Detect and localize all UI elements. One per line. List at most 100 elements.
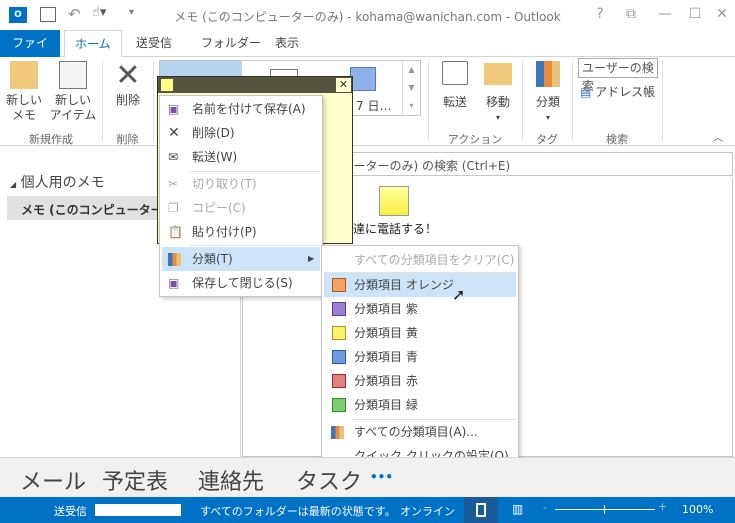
note-label[interactable]: 友達に電話する！: [341, 220, 437, 237]
note-close-icon[interactable]: ✕: [336, 78, 351, 92]
menu-item-category-blue[interactable]: 分類項目 青: [324, 345, 516, 369]
status-bar: 送受信 すべてのフォルダーは最新の状態です。 オンライン ▥ - + 100%: [0, 497, 735, 523]
help-button[interactable]: ?: [590, 6, 610, 22]
tab-view[interactable]: 表示: [265, 30, 309, 57]
menu-item-category-yellow[interactable]: 分類項目 黄: [324, 321, 516, 345]
cut-icon: ✂: [168, 177, 179, 191]
forward-icon: [442, 61, 468, 85]
address-book-icon: ▤: [580, 85, 592, 99]
copy-icon: ❐: [168, 201, 179, 215]
menu-item-category-purple[interactable]: 分類項目 紫: [324, 297, 516, 321]
forward-icon: ✉: [168, 150, 179, 164]
group-divider: [522, 61, 523, 141]
zoom-slider[interactable]: [555, 505, 655, 514]
new-item-icon: [59, 61, 87, 89]
menu-separator: [190, 245, 320, 246]
new-memo-button[interactable]: 新しい メモ: [4, 61, 44, 123]
reading-view-icon[interactable]: ▥: [512, 502, 523, 516]
nav-contacts[interactable]: 連絡先: [198, 464, 264, 496]
delete-button[interactable]: ✕ 削除: [108, 59, 148, 108]
categorize-icon: [168, 253, 181, 266]
collapse-ribbon-icon[interactable]: ︿: [713, 129, 723, 144]
zoom-out-button[interactable]: -: [543, 501, 547, 514]
note-menu-icon[interactable]: [160, 78, 174, 92]
forward-button[interactable]: 転送: [436, 61, 474, 110]
minimize-button[interactable]: —: [655, 6, 675, 22]
save-as-icon: ▣: [168, 102, 180, 116]
color-swatch-icon: [332, 278, 346, 292]
folder-group-header[interactable]: ◢ 個人用のメモ: [10, 172, 105, 192]
category-submenu: すべての分類項目をクリア(C) 分類項目 オレンジ 分類項目 紫 分類項目 黄 …: [321, 245, 520, 468]
gallery-item-label: 7 日…: [356, 99, 392, 113]
send-receive-status: 送受信: [54, 505, 87, 518]
categorize-icon: [331, 426, 344, 439]
normal-view-button[interactable]: [464, 497, 498, 523]
close-button[interactable]: ✕: [712, 6, 732, 22]
group-divider: [153, 61, 154, 141]
gallery-scroll[interactable]: ▲ ▼ ▾: [402, 61, 420, 115]
memo-icon: [10, 61, 38, 89]
color-swatch-icon: [332, 398, 346, 412]
group-divider: [102, 61, 103, 141]
delete-icon: ✕: [115, 58, 141, 93]
menu-item-category-green[interactable]: 分類項目 緑: [324, 393, 516, 417]
ribbon: 新しい メモ 新しい アイテム 新規作成 ✕ 削除 削除 7 日… ▲ ▼ ▾ 転送…: [0, 57, 735, 146]
menu-item-copy[interactable]: ❐ コピー(C): [162, 196, 320, 220]
submenu-arrow-icon: ▶: [308, 254, 315, 263]
zoom-level[interactable]: 100%: [682, 503, 713, 516]
color-swatch-icon: [332, 374, 346, 388]
collapse-triangle-icon: ◢: [10, 180, 17, 189]
new-item-button[interactable]: 新しい アイテム: [48, 61, 98, 123]
search-people-input[interactable]: ユーザーの検索: [578, 58, 658, 93]
nav-tasks[interactable]: タスク: [296, 464, 362, 496]
tab-file[interactable]: ファイル: [0, 30, 60, 76]
group-divider: [572, 61, 573, 141]
save-close-icon: ▣: [168, 276, 180, 290]
delete-icon: ✕: [168, 125, 180, 141]
tab-send-receive[interactable]: 送受信: [126, 30, 182, 57]
menu-item-cut[interactable]: ✂ 切り取り(T): [162, 172, 320, 196]
menu-item-paste[interactable]: 📋 貼り付け(P): [162, 220, 320, 244]
paste-icon: 📋: [168, 225, 183, 239]
ribbon-display-button[interactable]: ⧉: [621, 6, 641, 22]
group-label-find: 検索: [606, 133, 628, 146]
menu-item-categorize[interactable]: 分類(T) ▶: [162, 247, 320, 271]
navigation-bar: メール 予定表 連絡先 タスク •••: [0, 457, 735, 497]
address-book-button[interactable]: ▤ アドレス帳: [580, 83, 655, 100]
menu-item-category-red[interactable]: 分類項目 赤: [324, 369, 516, 393]
nav-calendar[interactable]: 予定表: [102, 464, 168, 496]
group-divider: [428, 61, 429, 141]
send-receive-progress: [95, 504, 181, 516]
color-swatch-icon: [332, 350, 346, 364]
menu-item-clear-categories[interactable]: すべての分類項目をクリア(C): [324, 248, 516, 272]
tab-folder[interactable]: フォルダー: [191, 30, 271, 57]
move-button[interactable]: 移動 ▾: [478, 61, 518, 125]
menu-item-forward[interactable]: ✉ 転送(W): [162, 145, 320, 169]
color-swatch-icon: [332, 302, 346, 316]
tab-home[interactable]: ホーム: [64, 30, 122, 58]
title-bar: O ↶ ☝▾ ▾ メモ (このコンピューターのみ) - kohama@wanic…: [0, 0, 735, 30]
connection-status: オンライン: [400, 505, 455, 518]
nav-more-icon[interactable]: •••: [370, 470, 393, 484]
move-folder-icon: [484, 63, 512, 85]
maximize-button[interactable]: ☐: [685, 6, 705, 22]
menu-item-delete[interactable]: ✕ 削除(D): [162, 121, 320, 145]
note-title-bar[interactable]: [158, 77, 352, 93]
group-label-actions: アクション: [447, 133, 503, 146]
note-icon[interactable]: [379, 186, 409, 216]
menu-item-all-categories[interactable]: すべての分類項目(A)...: [324, 420, 516, 444]
menu-item-save-as[interactable]: ▣ 名前を付けて保存(A): [162, 97, 320, 121]
group-label-new: 新規作成: [29, 133, 73, 146]
menu-item-category-orange[interactable]: 分類項目 オレンジ: [324, 273, 516, 297]
group-label-tags: タグ: [536, 133, 558, 146]
color-swatch-icon: [332, 326, 346, 340]
mouse-cursor-icon: ➚: [452, 285, 466, 304]
status-message: すべてのフォルダーは最新の状態です。: [200, 505, 396, 518]
menu-item-save-close[interactable]: ▣ 保存して閉じる(S): [162, 271, 320, 295]
nav-mail[interactable]: メール: [20, 464, 86, 496]
categorize-icon: [536, 61, 560, 87]
zoom-in-button[interactable]: +: [658, 500, 667, 513]
categorize-button[interactable]: 分類 ▾: [530, 61, 566, 125]
context-menu: ▣ 名前を付けて保存(A) ✕ 削除(D) ✉ 転送(W) ✂ 切り取り(T) ❐ コピー…: [159, 95, 323, 297]
ribbon-tabs: ファイル ホーム 送受信 フォルダー 表示: [0, 30, 735, 76]
